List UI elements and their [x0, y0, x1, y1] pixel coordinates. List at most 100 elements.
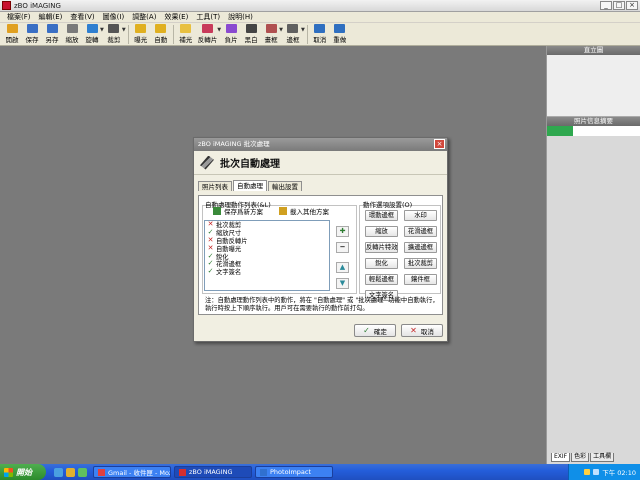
- frame-icon: [265, 24, 277, 33]
- option-expand-border-button[interactable]: 擴邊邊框: [404, 242, 437, 253]
- save-as-icon: [46, 24, 58, 33]
- dialog-note: 注：自動處理動作列表中的動作，將在 "自動處理" 或 "批次處理" 功能中自動執…: [205, 297, 439, 312]
- tab-exif[interactable]: EXIF: [551, 453, 571, 462]
- auto-icon: [155, 24, 167, 33]
- tab-output-settings[interactable]: 輸出設置: [268, 181, 302, 191]
- menu-adjust[interactable]: 調整(A): [128, 12, 160, 22]
- option-fancy-border-button[interactable]: 花滑邊框: [404, 226, 437, 237]
- network-icon[interactable]: [584, 469, 591, 475]
- option-slide-effect-button[interactable]: 反轉片特效: [365, 242, 398, 253]
- option-batch-crop-button[interactable]: 批次裁剪: [404, 258, 437, 269]
- menu-edit[interactable]: 編輯(E): [35, 12, 67, 22]
- black-white-button[interactable]: 黑白: [241, 23, 261, 44]
- move-up-button[interactable]: ▲: [336, 262, 349, 273]
- media-icon[interactable]: [78, 467, 87, 477]
- cross-icon[interactable]: ✕: [207, 244, 214, 252]
- toolbar-divider: [127, 25, 129, 44]
- dialog-title: zBO iMAGING 批次處理: [198, 140, 270, 148]
- start-button[interactable]: 開始: [0, 464, 46, 480]
- exposure-button[interactable]: 曝光: [131, 23, 151, 44]
- info-panel-title: 照片信息摘要: [547, 117, 640, 126]
- quick-launch: [54, 467, 87, 477]
- negative-button[interactable]: 負片: [221, 23, 241, 44]
- auto-button[interactable]: 自動: [151, 23, 171, 44]
- save-as-button[interactable]: 另存: [42, 23, 62, 44]
- dialog-tabs: 照片列表 自動處理 輸出設置: [194, 175, 447, 192]
- option-sharpen-button[interactable]: 銳化: [365, 258, 398, 269]
- folder-icon[interactable]: [66, 467, 75, 477]
- redo-button[interactable]: 重做: [330, 23, 350, 44]
- taskbar-item-photoimpact[interactable]: PhotoImpact: [255, 466, 333, 478]
- list-item[interactable]: ✓ 文字簽名: [205, 268, 329, 277]
- zbo-app-icon: [179, 468, 186, 476]
- frame-button[interactable]: 畫框: [261, 23, 281, 44]
- tab-photo-list[interactable]: 照片列表: [198, 181, 232, 191]
- menu-effects[interactable]: 效果(E): [160, 12, 192, 22]
- main-toolbar: 開啟 保存 另存 縮放 旋轉 ▼ 裁剪 ▼ 曝光 自動 補光 反轉片 ▼ 負片 …: [0, 23, 640, 46]
- menu-view[interactable]: 查看(V): [66, 12, 98, 22]
- dialog-close-button[interactable]: ×: [434, 139, 445, 149]
- option-watermark-button[interactable]: 水印: [404, 210, 437, 221]
- border-button[interactable]: 邊框: [283, 23, 303, 44]
- save-button[interactable]: 保存: [22, 23, 42, 44]
- fill-light-button[interactable]: 補光: [176, 23, 196, 44]
- taskbar: 開始 Gmail - 收件匣 - Mozi... zBO iMAGING Pho…: [0, 464, 640, 480]
- photoimpact-icon: [260, 468, 267, 476]
- histogram-area: [547, 55, 640, 117]
- info-indicator: [547, 126, 573, 136]
- dialog-title-bar: zBO iMAGING 批次處理 ×: [194, 138, 447, 151]
- dialog-heading: 批次自動處理: [220, 159, 280, 170]
- zoom-button[interactable]: 縮放: [62, 23, 82, 44]
- save-scheme-icon: [213, 207, 221, 215]
- option-surround-border-button[interactable]: 環動邊框: [365, 210, 398, 221]
- open-button[interactable]: 開啟: [2, 23, 22, 44]
- fill-light-icon: [180, 24, 192, 33]
- histogram-panel-title: 直立圖: [547, 46, 640, 55]
- options-group-label: 動作選項設置(O): [363, 201, 413, 209]
- chevron-down-icon[interactable]: ▼: [301, 27, 305, 33]
- load-scheme-button[interactable]: 載入其他方案: [279, 206, 329, 216]
- rotate-button[interactable]: 旋轉: [82, 23, 102, 44]
- tab-color[interactable]: 色彩: [571, 453, 590, 462]
- chevron-down-icon[interactable]: ▼: [122, 27, 126, 33]
- close-window-button[interactable]: ×: [626, 1, 638, 10]
- save-scheme-button[interactable]: 保存爲新方案: [213, 206, 263, 216]
- taskbar-item-zbo[interactable]: zBO iMAGING: [174, 466, 252, 478]
- dialog-header: 批次自動處理: [194, 151, 447, 175]
- clock: 下午 02:10: [602, 469, 636, 477]
- option-inlay-frame-button[interactable]: 鑲件框: [404, 274, 437, 285]
- volume-icon[interactable]: [593, 469, 600, 475]
- menu-help[interactable]: 說明(H): [224, 12, 257, 22]
- info-area: [547, 126, 640, 136]
- maximize-button[interactable]: □: [613, 1, 625, 10]
- add-action-button[interactable]: ✚: [336, 226, 349, 237]
- menu-tools[interactable]: 工具(T): [192, 12, 224, 22]
- minimize-button[interactable]: _: [600, 1, 612, 10]
- browser-icon[interactable]: [54, 467, 63, 477]
- tab-toolbar[interactable]: 工具欄: [590, 453, 615, 462]
- negative-icon: [225, 24, 237, 33]
- tab-auto-process[interactable]: 自動處理: [233, 180, 267, 191]
- load-scheme-icon: [279, 207, 287, 215]
- cross-icon[interactable]: ✕: [207, 236, 214, 244]
- undo-button[interactable]: 取消: [310, 23, 330, 44]
- window-controls: _ □ ×: [600, 1, 638, 10]
- remove-action-button[interactable]: ━: [336, 242, 349, 253]
- save-icon: [26, 24, 38, 33]
- black-white-icon: [245, 24, 257, 33]
- check-icon: ✓: [363, 326, 370, 335]
- taskbar-item-gmail[interactable]: Gmail - 收件匣 - Mozi...: [93, 466, 171, 478]
- actions-list[interactable]: ✕ 批次裁剪 ✓ 縮放尺寸 ✕ 自動反轉片 ✕ 自動曝光 ✓ 銳化 ✓ 花滑邊框 ✓ 文字簽名: [204, 220, 330, 291]
- check-icon[interactable]: ✓: [207, 268, 214, 275]
- menu-image[interactable]: 圖像(I): [99, 12, 129, 22]
- app-logo-icon: [2, 1, 11, 10]
- ok-button[interactable]: ✓ 確定: [354, 324, 396, 337]
- crop-button[interactable]: 裁剪: [104, 23, 124, 44]
- move-down-button[interactable]: ▼: [336, 278, 349, 289]
- menu-file[interactable]: 檔案(F): [3, 12, 35, 22]
- slide-film-button[interactable]: 反轉片: [196, 23, 220, 44]
- option-resize-button[interactable]: 縮放: [365, 226, 398, 237]
- option-easy-border-button[interactable]: 輕鬆邊框: [365, 274, 398, 285]
- crop-icon: [108, 24, 120, 33]
- cancel-button[interactable]: ✕ 取消: [401, 324, 443, 337]
